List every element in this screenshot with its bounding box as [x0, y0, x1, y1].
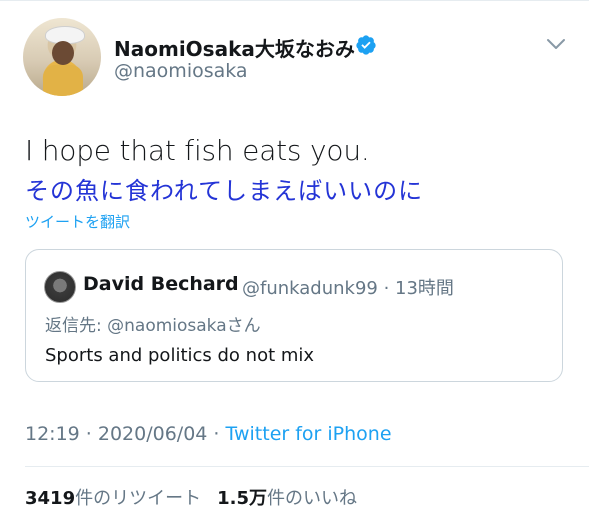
tweet-meta: 12:19 · 2020/06/04 · Twitter for iPhone: [25, 423, 392, 445]
retweets-stat[interactable]: 3419件のリツイート: [25, 488, 201, 509]
retweets-label: 件のリツイート: [75, 488, 202, 509]
tweet-timestamp: 12:19 · 2020/06/04 ·: [25, 423, 226, 445]
quoted-reply-to: 返信先: @naomiosakaさん: [45, 316, 261, 336]
verified-badge-icon: [356, 35, 376, 55]
quoted-author-avatar: [44, 271, 76, 303]
stats-divider: [25, 466, 589, 467]
top-divider: [0, 0, 589, 1]
quoted-tweet[interactable]: David Bechard @funkadunk99 · 13時間 返信先: @…: [25, 249, 563, 382]
quoted-tweet-text: Sports and politics do not mix: [45, 345, 315, 366]
quoted-author-name: David Bechard: [83, 273, 239, 295]
author-display-name[interactable]: NaomiOsaka大坂なおみ: [114, 33, 355, 62]
likes-count: 1.5万: [217, 488, 267, 509]
quoted-author-handle-time: @funkadunk99 · 13時間: [242, 278, 454, 299]
tweet-source-link[interactable]: Twitter for iPhone: [226, 423, 392, 445]
tweet-text: I hope that fish eats you.: [25, 134, 370, 167]
tweet-stats: 3419件のリツイート 1.5万件のいいね: [25, 484, 357, 510]
likes-label: 件のいいね: [267, 488, 357, 509]
retweets-count: 3419: [25, 488, 76, 509]
chevron-down-icon[interactable]: [545, 36, 567, 52]
likes-stat[interactable]: 1.5万件のいいね: [217, 488, 357, 509]
author-avatar[interactable]: [23, 18, 101, 96]
translate-tweet-link[interactable]: ツイートを翻訳: [25, 211, 130, 232]
author-handle[interactable]: @naomiosaka: [114, 60, 248, 82]
avatar-body: [43, 65, 83, 96]
avatar-face: [52, 41, 74, 65]
tweet-translation: その魚に食われてしまえばいいのに: [25, 177, 424, 205]
